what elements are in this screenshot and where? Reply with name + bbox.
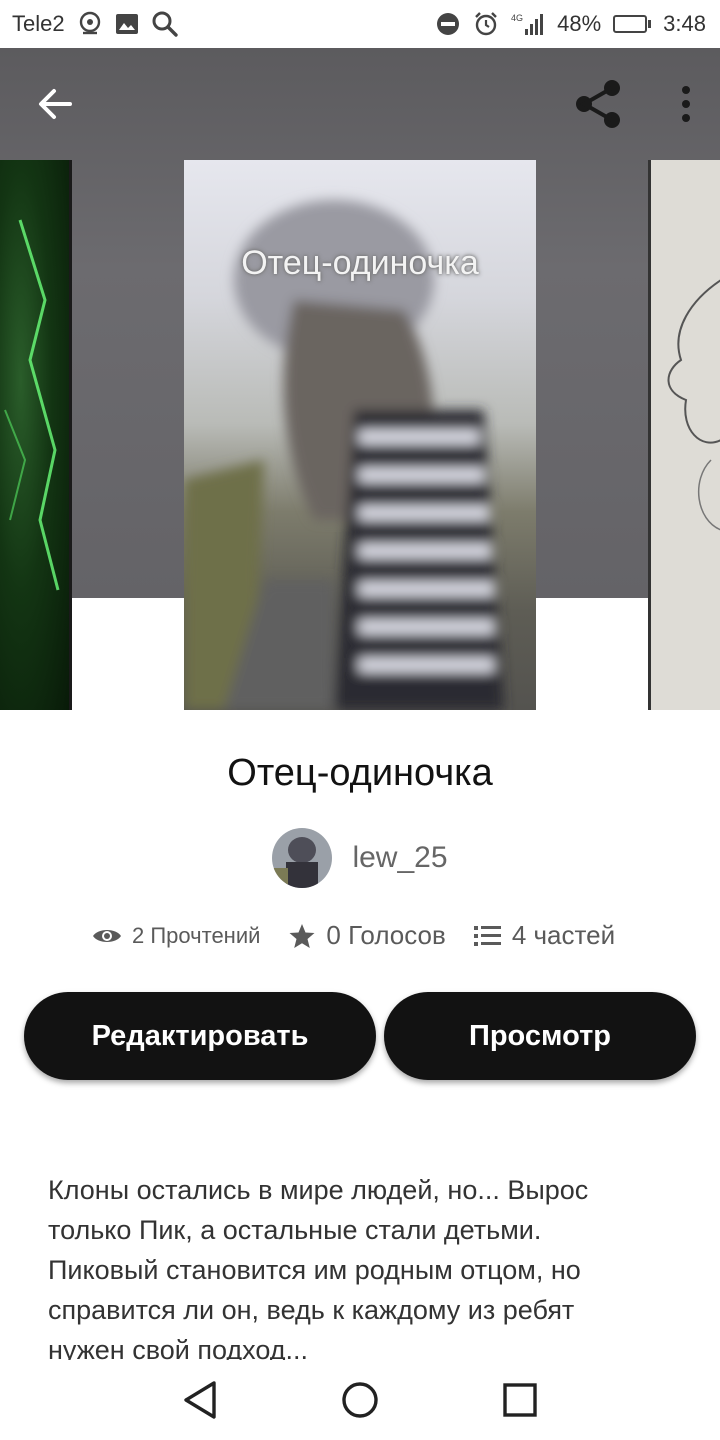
story-description: Клоны остались в мире людей, но... Вырос… — [48, 1175, 589, 1360]
nav-home-button[interactable] — [330, 1370, 390, 1430]
network-type: 4G — [511, 13, 523, 23]
status-right: 4G 48% 3:48 — [435, 11, 706, 37]
votes-count: 0 Голосов — [326, 920, 446, 950]
edit-button[interactable]: Редактировать — [24, 992, 376, 1080]
clock: 3:48 — [663, 11, 706, 36]
nav-recents-button[interactable] — [490, 1370, 550, 1430]
cover-overlay-title: Отец-одиночка — [241, 244, 479, 282]
list-icon — [473, 925, 501, 946]
alarm-icon — [473, 11, 499, 37]
cover-next[interactable] — [648, 160, 720, 710]
parts-count: 4 частей — [511, 920, 616, 950]
author-name[interactable]: lew_25 — [352, 841, 447, 875]
battery-icon — [613, 15, 652, 33]
system-navigation-bar — [0, 1360, 720, 1440]
cover-main[interactable]: Отец-одиночка — [184, 160, 536, 710]
square-recents-icon — [503, 1383, 537, 1417]
author-row[interactable]: lew_25 — [0, 828, 720, 888]
toolbar-actions — [572, 78, 692, 130]
sketch-art-icon — [667, 279, 720, 531]
share-icon — [576, 80, 620, 128]
triangle-back-icon — [184, 1381, 216, 1419]
star-icon — [289, 923, 315, 948]
do-not-disturb-icon — [435, 11, 461, 37]
hotspot-icon — [77, 11, 103, 37]
reads-count: 2 Прочтений — [132, 922, 261, 948]
circle-home-icon — [342, 1382, 378, 1418]
status-left: Tele2 — [12, 10, 179, 38]
image-icon — [115, 13, 139, 35]
top-toolbar — [0, 48, 720, 160]
story-title: Отец-одиночка — [227, 752, 493, 794]
search-icon — [151, 10, 179, 38]
status-bar: Tele2 4G 48% 3:48 — [0, 0, 720, 48]
share-button[interactable] — [572, 78, 624, 130]
arrow-left-icon — [39, 89, 72, 119]
lightning-art-icon — [4, 219, 60, 591]
eye-icon — [93, 929, 121, 942]
story-stats: 2 Прочтений 0 Голосов 4 частей — [92, 920, 615, 951]
votes-stat: 0 Голосов — [288, 920, 446, 951]
cover-photo — [184, 200, 504, 710]
avatar[interactable] — [272, 828, 333, 888]
preview-button[interactable]: Просмотр — [384, 992, 696, 1080]
carrier-label: Tele2 — [12, 11, 65, 36]
back-button[interactable] — [36, 84, 76, 124]
more-vertical-icon — [682, 86, 690, 122]
more-options-button[interactable] — [680, 84, 692, 124]
signal-icon: 4G — [511, 11, 545, 37]
reads-stat: 2 Прочтений — [92, 923, 260, 949]
battery-percent: 48% — [557, 11, 602, 36]
parts-stat: 4 частей — [473, 920, 616, 951]
nav-back-button[interactable] — [170, 1370, 230, 1430]
cover-previous[interactable] — [0, 160, 72, 710]
